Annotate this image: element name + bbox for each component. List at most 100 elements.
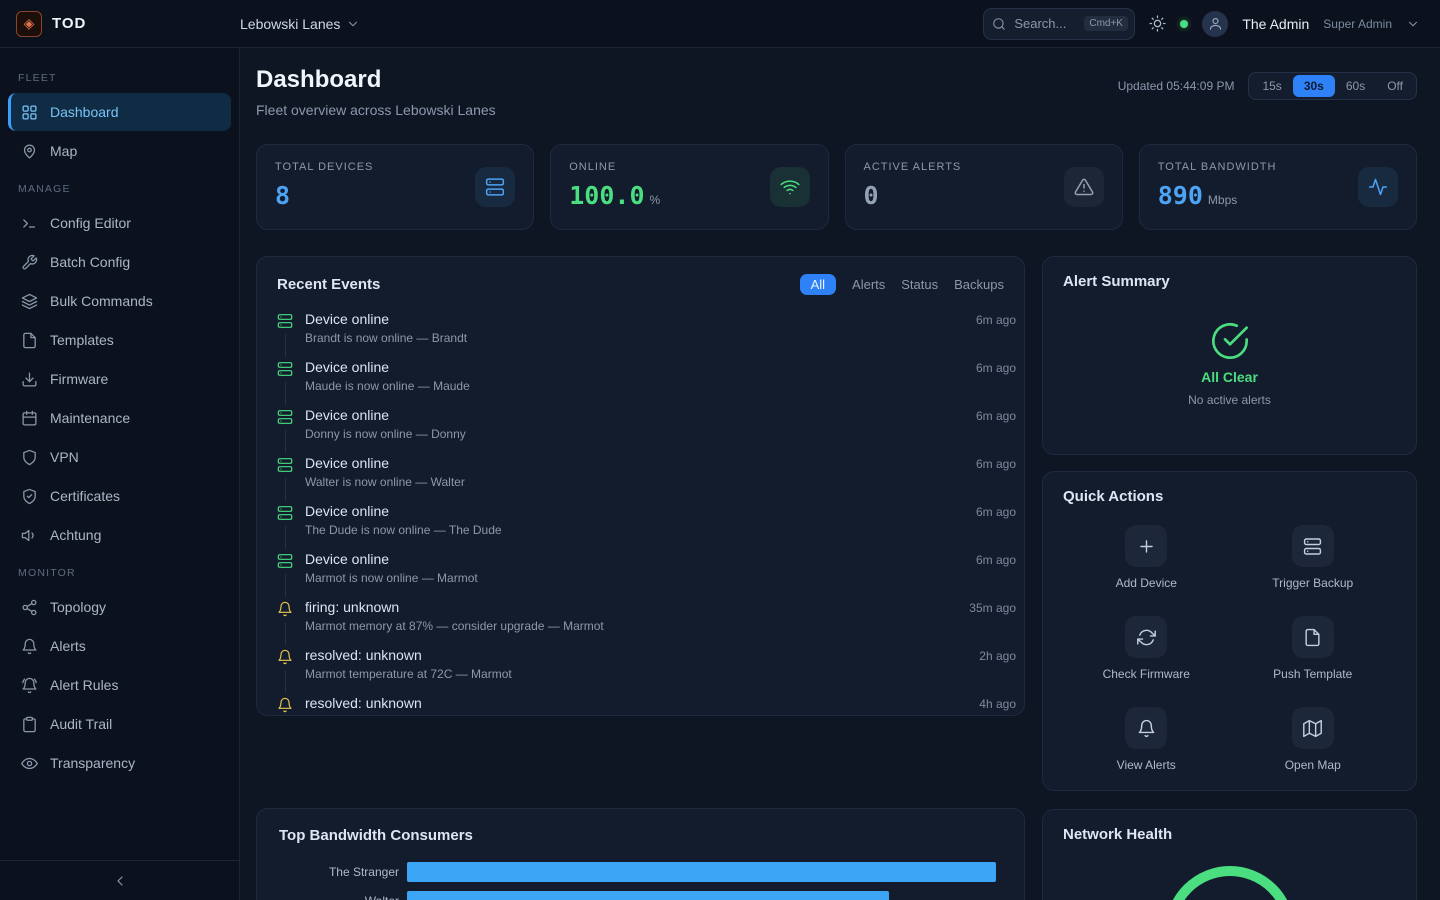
app-logo: ◈	[16, 11, 42, 37]
sidebar-item-maintenance[interactable]: Maintenance	[8, 399, 231, 437]
tab-backups[interactable]: Backups	[954, 274, 1004, 295]
recent-events-card: Recent Events All Alerts Status Backups …	[256, 256, 1025, 716]
stat-label: ONLINE	[569, 161, 660, 173]
sidebar-item-topology[interactable]: Topology	[8, 588, 231, 626]
event-row: Device onlineBrandt is now online — Bran…	[277, 309, 1016, 357]
sidebar-item-label: Dashboard	[50, 104, 119, 120]
push-template-button[interactable]: Push Template	[1230, 616, 1397, 681]
sidebar-item-alerts[interactable]: Alerts	[8, 627, 231, 665]
network-health-gauge	[1063, 851, 1396, 900]
refresh-option-60s[interactable]: 60s	[1335, 75, 1376, 97]
sidebar-item-audit-trail[interactable]: Audit Trail	[8, 705, 231, 743]
event-row: firing: unknown Marmot memory at 87% — co…	[277, 597, 1016, 645]
refresh-icon	[1137, 628, 1156, 647]
view-alerts-button[interactable]: View Alerts	[1063, 707, 1230, 772]
sidebar-item-templates[interactable]: Templates	[8, 321, 231, 359]
quick-action-label: Trigger Backup	[1272, 576, 1353, 590]
share-nodes-icon	[21, 599, 38, 616]
sidebar-item-config-editor[interactable]: Config Editor	[8, 204, 231, 242]
event-row: resolved: unknown 4h ago	[277, 693, 1016, 715]
stat-label: TOTAL DEVICES	[275, 161, 373, 173]
bandwidth-row: Walter	[279, 891, 1002, 900]
server-icon	[277, 361, 293, 377]
bell-icon	[277, 697, 293, 713]
search-input[interactable]	[1014, 16, 1076, 31]
avatar[interactable]	[1202, 11, 1228, 37]
file-icon	[1303, 628, 1322, 647]
sidebar-item-alert-rules[interactable]: Alert Rules	[8, 666, 231, 704]
event-title: Device online	[305, 309, 964, 327]
refresh-option-30s[interactable]: 30s	[1293, 75, 1335, 97]
tab-alerts[interactable]: Alerts	[852, 274, 885, 295]
sidebar-item-label: Alert Rules	[50, 677, 118, 693]
page-title: Dashboard	[256, 66, 496, 94]
refresh-option-15s[interactable]: 15s	[1251, 75, 1292, 97]
bandwidth-chart: The Stranger Walter	[279, 862, 1002, 900]
topbar: ◈ TOD Lebowski Lanes Cmd+K The Admin Sup…	[0, 0, 1440, 48]
sidebar-item-label: Templates	[50, 332, 114, 348]
event-row: Device online Maude is now online — Maude…	[277, 357, 1016, 405]
sidebar-item-firmware[interactable]: Firmware	[8, 360, 231, 398]
sidebar-item-vpn[interactable]: VPN	[8, 438, 231, 476]
event-detail: Marmot memory at 87% — consider upgrade …	[305, 619, 957, 633]
sidebar-item-map[interactable]: Map	[8, 132, 231, 170]
check-firmware-button[interactable]: Check Firmware	[1063, 616, 1230, 681]
sidebar-item-batch-config[interactable]: Batch Config	[8, 243, 231, 281]
megaphone-icon	[21, 527, 38, 544]
sidebar-item-label: Maintenance	[50, 410, 130, 426]
page-header: Dashboard Fleet overview across Lebowski…	[256, 66, 1417, 118]
server-icon	[277, 553, 293, 569]
open-map-button[interactable]: Open Map	[1230, 707, 1397, 772]
trigger-backup-button[interactable]: Trigger Backup	[1230, 525, 1397, 590]
event-title: Device online	[305, 405, 964, 423]
theme-toggle-button[interactable]	[1149, 15, 1166, 32]
tab-status[interactable]: Status	[901, 274, 938, 295]
alert-status-text: All Clear	[1201, 369, 1258, 385]
bandwidth-bar	[407, 891, 889, 900]
section-label-fleet: FLEET	[8, 60, 231, 92]
event-detail: Maude is now online — Maude	[305, 379, 964, 393]
user-menu-chevron-icon[interactable]	[1406, 17, 1420, 31]
event-detail: Donny is now online — Donny	[305, 427, 964, 441]
org-switcher[interactable]: Lebowski Lanes	[240, 16, 360, 32]
alert-triangle-icon	[1074, 177, 1094, 197]
sidebar-item-dashboard[interactable]: Dashboard	[8, 93, 231, 131]
sidebar-nav[interactable]: FLEET Dashboard Map MANAGE Config Editor…	[0, 48, 239, 860]
stat-label: TOTAL BANDWIDTH	[1158, 161, 1277, 173]
connection-status-dot	[1180, 20, 1188, 28]
main-content: Dashboard Fleet overview across Lebowski…	[240, 48, 1440, 900]
refresh-option-off[interactable]: Off	[1376, 75, 1414, 97]
sidebar-item-transparency[interactable]: Transparency	[8, 744, 231, 782]
grid-icon	[21, 104, 38, 121]
event-title: Device online	[305, 357, 964, 375]
download-icon	[21, 371, 38, 388]
eye-icon	[21, 755, 38, 772]
activity-icon	[1368, 177, 1388, 197]
bell-icon	[21, 638, 38, 655]
section-label-monitor: MONITOR	[8, 555, 231, 587]
stat-cards-row: TOTAL DEVICES 8 ONLINE 100.0 %	[256, 144, 1417, 230]
event-title: firing: unknown	[305, 597, 957, 615]
event-time: 35m ago	[969, 597, 1016, 645]
search-box[interactable]: Cmd+K	[983, 8, 1135, 40]
sidebar-item-label: Firmware	[50, 371, 108, 387]
sidebar-item-certificates[interactable]: Certificates	[8, 477, 231, 515]
plus-icon	[1137, 537, 1156, 556]
user-name: The Admin	[1242, 16, 1309, 32]
events-list[interactable]: Device onlineBrandt is now online — Bran…	[257, 303, 1024, 715]
sidebar-item-bulk-commands[interactable]: Bulk Commands	[8, 282, 231, 320]
chevron-left-icon	[112, 873, 128, 889]
user-icon	[1208, 16, 1223, 31]
event-title: resolved: unknown	[305, 693, 967, 711]
quick-actions-title: Quick Actions	[1063, 488, 1396, 505]
event-time: 6m ago	[976, 405, 1016, 453]
network-health-card: Network Health	[1042, 809, 1417, 900]
tab-all[interactable]: All	[800, 274, 836, 295]
shield-check-icon	[21, 488, 38, 505]
sidebar-item-achtung[interactable]: Achtung	[8, 516, 231, 554]
map-pin-icon	[21, 143, 38, 160]
server-icon	[1303, 537, 1322, 556]
add-device-button[interactable]: Add Device	[1063, 525, 1230, 590]
alert-summary-card: Alert Summary All Clear No active alerts	[1042, 256, 1417, 455]
sidebar-collapse-button[interactable]	[0, 860, 239, 900]
